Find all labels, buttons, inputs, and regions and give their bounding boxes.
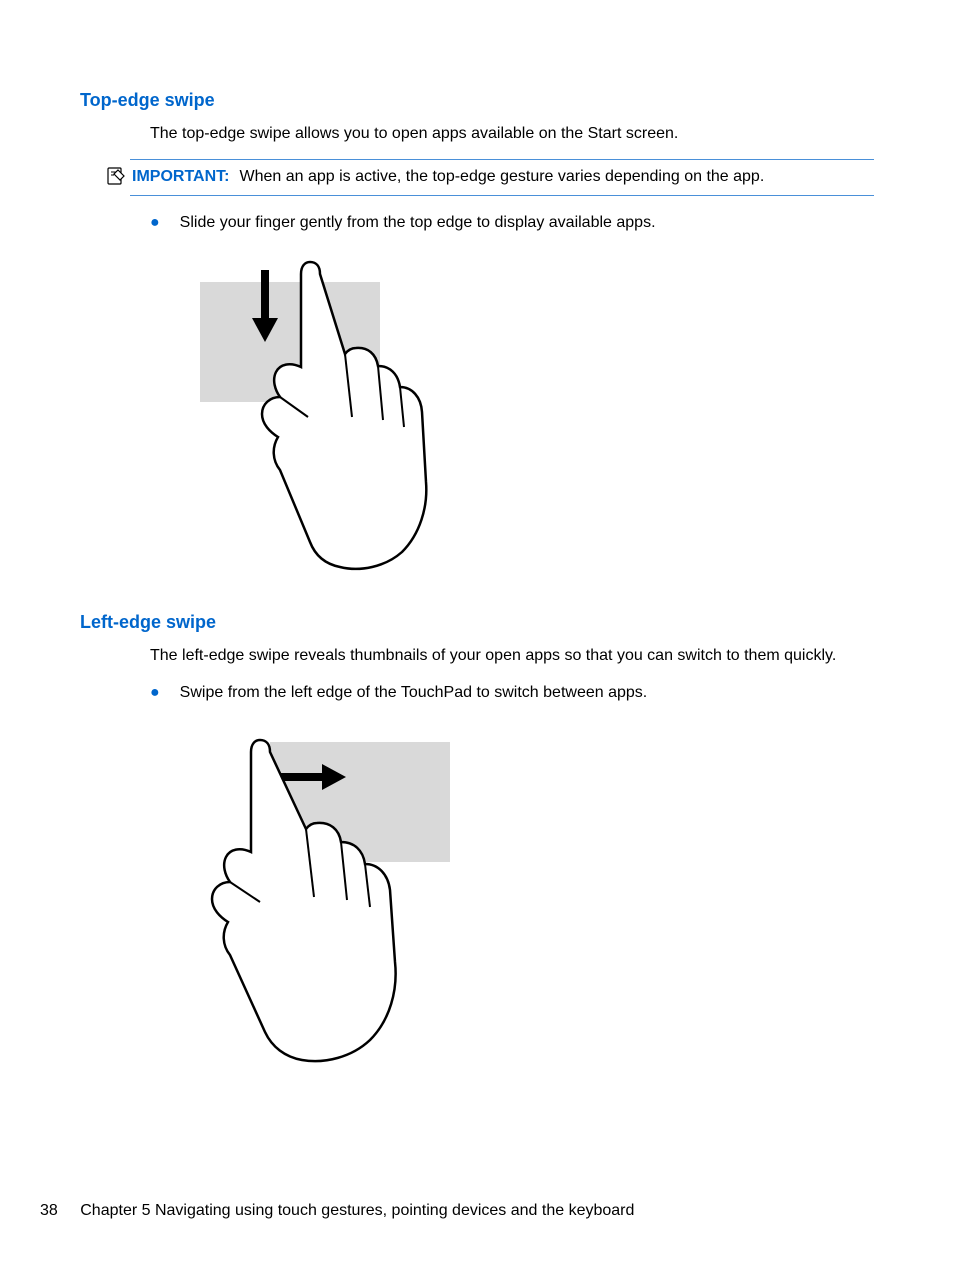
bullet-top-edge: ● Slide your finger gently from the top … bbox=[150, 212, 874, 234]
document-page: Top-edge swipe The top-edge swipe allows… bbox=[0, 0, 954, 1270]
note-text: When an app is active, the top-edge gest… bbox=[239, 168, 764, 185]
note-label: IMPORTANT: bbox=[132, 168, 229, 185]
bullet-dot-icon: ● bbox=[150, 682, 160, 704]
bullet-left-edge: ● Swipe from the left edge of the TouchP… bbox=[150, 682, 874, 704]
important-note: IMPORTANT: When an app is active, the top… bbox=[130, 159, 874, 195]
heading-top-edge-swipe: Top-edge swipe bbox=[80, 90, 874, 111]
heading-left-edge-swipe: Left-edge swipe bbox=[80, 612, 874, 633]
page-footer: 38 Chapter 5 Navigating using touch gest… bbox=[40, 1202, 634, 1220]
bullet-dot-icon: ● bbox=[150, 212, 160, 234]
paragraph-left-edge-intro: The left-edge swipe reveals thumbnails o… bbox=[150, 645, 874, 667]
page-number: 38 bbox=[40, 1202, 58, 1219]
illustration-left-edge-swipe bbox=[180, 722, 874, 1072]
bullet-text: Slide your finger gently from the top ed… bbox=[180, 212, 656, 234]
bullet-text: Swipe from the left edge of the TouchPad… bbox=[180, 682, 648, 704]
paragraph-top-edge-intro: The top-edge swipe allows you to open ap… bbox=[150, 123, 874, 145]
illustration-top-edge-swipe bbox=[180, 252, 874, 572]
chapter-title: Chapter 5 Navigating using touch gesture… bbox=[80, 1202, 634, 1219]
note-icon bbox=[106, 166, 126, 186]
